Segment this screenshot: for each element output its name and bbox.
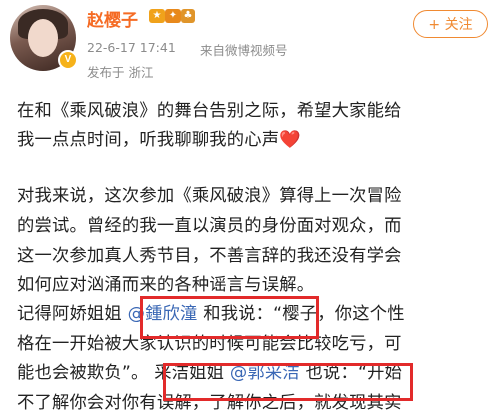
star-badge-icon[interactable]: ✦ (165, 9, 181, 23)
post-header: V 赵樱子 ★ ✦ ♣ 22-6-17 17:41 来自微博视频号 发布于 浙江… (0, 0, 500, 92)
highlight-box (163, 363, 413, 401)
verified-badge-icon: V (58, 50, 78, 70)
post-line: 我一点点时间，听我聊聊我的心声❤️ (17, 125, 301, 150)
post-source[interactable]: 来自微博视频号 (200, 40, 288, 59)
post-line-text: 记得阿娇姐姐 (17, 304, 122, 324)
post-line: 在和《乘风破浪》的舞台告别之际，希望大家能给 (17, 101, 402, 121)
post-line: 的尝试。曾经的我一直以演员的身份面对观众，而 (17, 216, 402, 236)
follow-button[interactable]: + 关注 (413, 10, 488, 38)
post-time[interactable]: 22-6-17 17:41 (87, 40, 176, 55)
vip-badge-icon[interactable]: ★ (149, 9, 165, 23)
post-location: 发布于 浙江 (87, 65, 154, 80)
post-line-text: 我一点点时间，听我聊聊我的心声 (17, 130, 280, 150)
heart-icon: ❤️ (279, 130, 301, 150)
post-line: 这一次参加真人秀节目，不善言辞的我还没有学会 (17, 246, 402, 266)
post-line: 如何应对汹涌而来的各种谣言与误解。 (17, 275, 315, 295)
avatar-face (28, 19, 58, 57)
author-name[interactable]: 赵樱子 (87, 6, 138, 31)
post-line: 对我来说，这次参加《乘风破浪》算得上一次冒险 (17, 186, 402, 206)
tree-badge-icon[interactable]: ♣ (181, 9, 195, 23)
highlight-box (140, 296, 319, 339)
post-line-text: 能也会被欺负”。 (17, 363, 149, 383)
